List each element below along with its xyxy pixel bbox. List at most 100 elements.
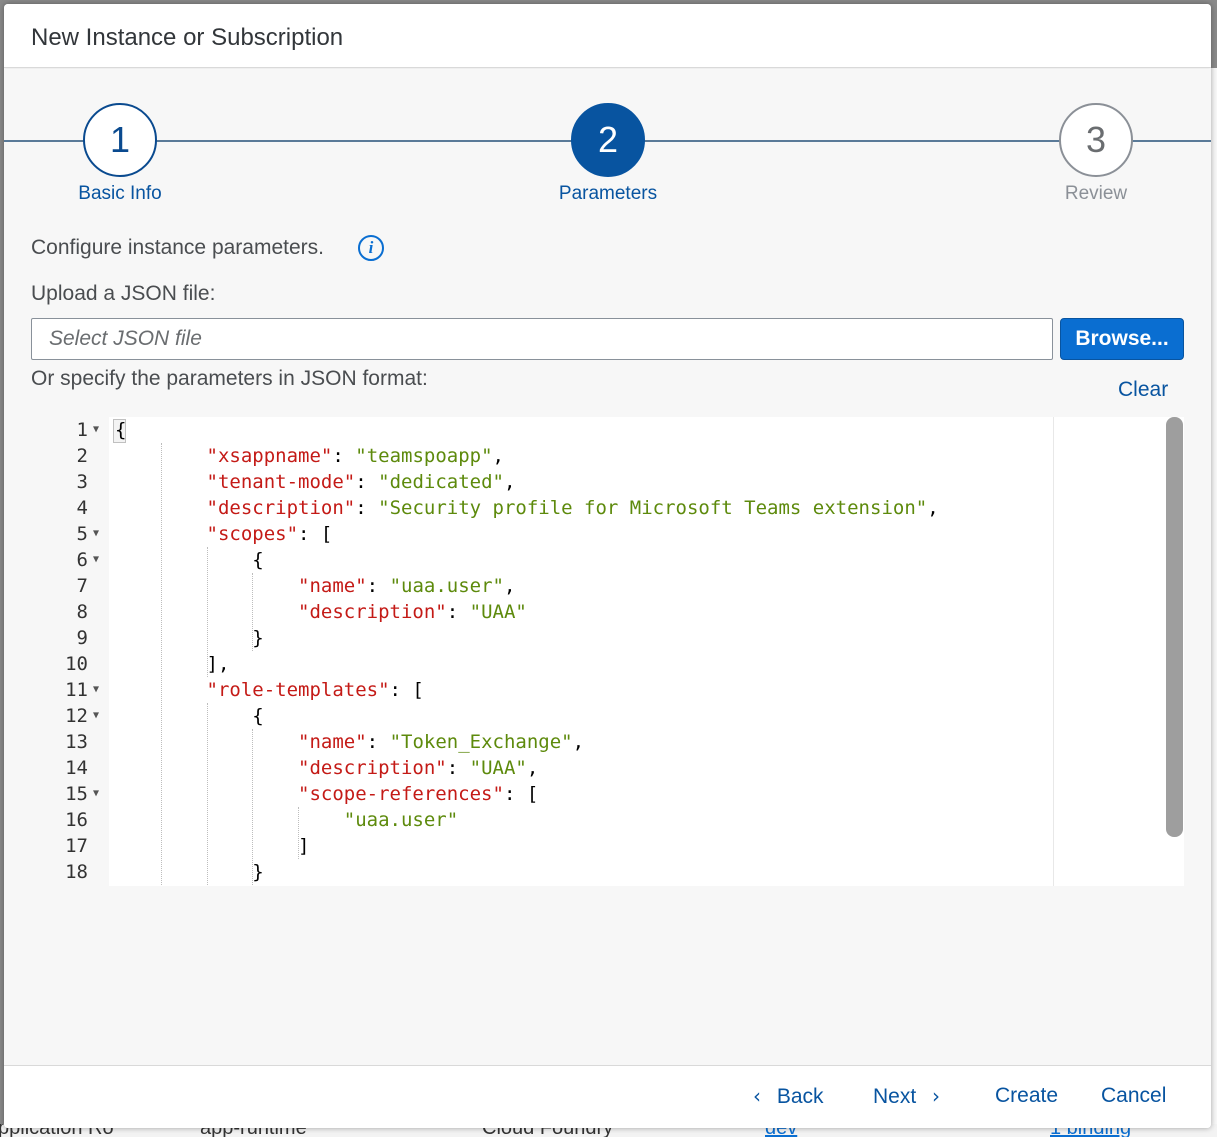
code-line: "description": "UAA",: [298, 757, 539, 779]
line-number-text: 4: [76, 497, 88, 519]
code-line: }: [115, 861, 264, 883]
line-number-text: 16: [65, 809, 88, 831]
line-number-text: 5: [76, 523, 88, 545]
wizard-step-label-basic-info[interactable]: Basic Info: [78, 183, 161, 205]
wizard-step-parameters[interactable]: 2: [571, 103, 645, 177]
code-line: ]: [115, 835, 310, 857]
line-number: 5 ▼: [31, 521, 109, 547]
dialog-title: New Instance or Subscription: [31, 24, 344, 51]
line-number: 7: [31, 573, 109, 599]
cancel-button[interactable]: Cancel: [1101, 1084, 1166, 1108]
line-number: 14: [31, 755, 109, 781]
fold-arrow-icon[interactable]: ▼: [93, 547, 99, 573]
browse-button[interactable]: Browse...: [1060, 318, 1184, 360]
new-instance-dialog: New Instance or Subscription 1 Basic Inf…: [4, 4, 1211, 1128]
line-number-text: 15: [65, 783, 88, 805]
indent-guide: [206, 703, 208, 886]
code-line: "scopes": [: [206, 523, 333, 545]
line-number-text: 13: [65, 731, 88, 753]
line-number-text: 3: [76, 471, 88, 493]
line-number-text: 6: [76, 549, 88, 571]
wizard-step-label-parameters[interactable]: Parameters: [559, 183, 657, 205]
code-line: "name": "Token_Exchange",: [298, 731, 585, 753]
code-line: {: [115, 705, 264, 727]
line-number-text: 8: [76, 601, 88, 623]
line-number-text: 12: [65, 705, 88, 727]
editor-print-margin: [1053, 417, 1054, 886]
line-number-text: 9: [76, 627, 88, 649]
code-line: "xsappname": "teamspoapp",: [206, 445, 504, 467]
line-number-text: 2: [76, 445, 88, 467]
fold-arrow-icon[interactable]: ▼: [93, 417, 99, 443]
line-number: 6 ▼: [31, 547, 109, 573]
step-number: 1: [83, 103, 157, 177]
line-number-text: 7: [76, 575, 88, 597]
create-button[interactable]: Create: [995, 1084, 1058, 1108]
code-line: ],: [115, 653, 230, 675]
code-line: {: [115, 419, 127, 441]
chevron-left-icon: ‹: [753, 1084, 761, 1108]
line-number: 18: [31, 859, 109, 885]
editor-code-area[interactable]: { "xsappname": "teamspoapp", "tenant-mod…: [109, 417, 1184, 886]
dialog-header: New Instance or Subscription: [4, 4, 1211, 68]
fold-arrow-icon[interactable]: ▼: [93, 521, 99, 547]
step-number: 2: [571, 103, 645, 177]
code-line: "uaa.user": [343, 809, 459, 831]
info-icon[interactable]: i: [358, 235, 384, 261]
indent-guide: [160, 443, 162, 886]
upload-label: Upload a JSON file:: [31, 282, 216, 305]
wizard-connector: [4, 140, 84, 142]
back-label: Back: [776, 1085, 824, 1108]
code-line: {: [115, 549, 264, 571]
line-number: 9: [31, 625, 109, 651]
json-code-editor[interactable]: 1 ▼ 2 3 4 5 ▼ 6 ▼ 7 8 9 10 11 ▼ 12 ▼ 13 14 15 ▼ 16 17 18 { "xsa…: [31, 417, 1184, 886]
json-file-field[interactable]: [32, 319, 1052, 359]
line-number-text: 17: [65, 835, 88, 857]
line-number: 15 ▼: [31, 781, 109, 807]
dialog-footer: ‹ Back Next › Create Cancel: [4, 1065, 1211, 1128]
line-number: 3: [31, 469, 109, 495]
line-number: 17: [31, 833, 109, 859]
clear-button[interactable]: Clear: [1118, 378, 1168, 402]
indent-guide: [252, 729, 254, 885]
line-number: 11 ▼: [31, 677, 109, 703]
editor-scrollbar-thumb[interactable]: [1166, 417, 1183, 837]
fold-arrow-icon[interactable]: ▼: [93, 781, 99, 807]
json-file-input[interactable]: [31, 318, 1053, 360]
wizard-step-basic-info[interactable]: 1: [83, 103, 157, 177]
line-number: 2: [31, 443, 109, 469]
line-number: 4: [31, 495, 109, 521]
wizard-connector: [156, 140, 572, 142]
wizard-connector: [1132, 140, 1211, 142]
step-number: 3: [1059, 103, 1133, 177]
dialog-content: 1 Basic Info 2 Parameters 3 Review Confi…: [4, 69, 1211, 1065]
configure-instructions: Configure instance parameters.: [31, 236, 324, 259]
wizard-step-review: 3: [1059, 103, 1133, 177]
fold-arrow-icon[interactable]: ▼: [93, 703, 99, 729]
wizard-connector: [644, 140, 1060, 142]
line-number-text: 10: [65, 653, 88, 675]
editor-gutter: 1 ▼ 2 3 4 5 ▼ 6 ▼ 7 8 9 10 11 ▼ 12 ▼ 13 14 15 ▼ 16 17 18: [31, 417, 109, 886]
indent-guide: [206, 547, 208, 677]
background-page-edge: [1211, 68, 1217, 1128]
line-number: 12 ▼: [31, 703, 109, 729]
code-line: }: [115, 627, 264, 649]
fold-arrow-icon[interactable]: ▼: [93, 677, 99, 703]
back-button[interactable]: ‹ Back: [753, 1084, 824, 1109]
indent-guide: [298, 807, 300, 859]
line-number: 1 ▼: [31, 417, 109, 443]
line-number: 13: [31, 729, 109, 755]
line-number-text: 11: [65, 679, 88, 701]
line-number: 16: [31, 807, 109, 833]
line-number-text: 14: [65, 757, 88, 779]
line-number: 10: [31, 651, 109, 677]
specify-json-label: Or specify the parameters in JSON format…: [31, 367, 428, 390]
line-number-text: 18: [65, 861, 88, 883]
line-number: 8: [31, 599, 109, 625]
next-button[interactable]: Next ›: [873, 1084, 940, 1109]
code-line: "description": "Security profile for Mic…: [206, 497, 939, 519]
line-number-text: 1: [76, 419, 88, 441]
next-label: Next: [873, 1085, 917, 1108]
code-line: "name": "uaa.user",: [298, 575, 516, 597]
chevron-right-icon: ›: [932, 1084, 941, 1108]
